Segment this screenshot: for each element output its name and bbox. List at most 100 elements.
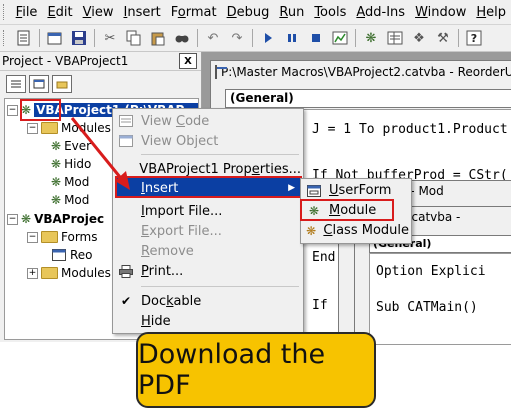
menu-item-import-file[interactable]: Import File... (115, 201, 301, 221)
paste-icon[interactable] (148, 28, 168, 48)
print-icon (115, 264, 137, 278)
code-line: If (312, 298, 328, 313)
menu-separator (141, 154, 299, 155)
download-pdf-button[interactable]: Download the PDF (136, 332, 376, 408)
menu-insert[interactable]: Insert (118, 5, 165, 20)
menu-debug[interactable]: Debug (222, 5, 275, 20)
code-line: Option Explici (376, 264, 486, 279)
menu-view[interactable]: View (78, 5, 119, 20)
tree-node-module[interactable]: ❋ Mod (51, 192, 89, 208)
tree-node-label: Modules (61, 121, 111, 135)
undo-icon[interactable]: ↶ (203, 28, 223, 48)
highlight-box-insert (115, 176, 302, 198)
menu-tools[interactable]: Tools (309, 5, 351, 20)
insert-userform-icon[interactable] (45, 28, 65, 48)
code-editor[interactable]: Option Explici Sub CATMain() (369, 253, 511, 345)
view-code-icon[interactable] (6, 75, 26, 93)
toolbar-separator (355, 29, 356, 47)
menu-item-view-code[interactable]: View Code (115, 111, 301, 131)
module-icon: ❋ (51, 139, 62, 153)
vba-project-icon: ❋ (21, 212, 32, 226)
save-icon[interactable] (69, 28, 89, 48)
toggle-folders-icon[interactable] (52, 75, 72, 93)
folder-icon (41, 122, 58, 134)
toolbar-separator (458, 29, 459, 47)
cut-icon[interactable]: ✂ (100, 28, 120, 48)
tree-node-module[interactable]: ❋ Ever (51, 138, 91, 154)
submenu-item-class-module[interactable]: ❋ Class Module (303, 221, 409, 240)
folder-icon (41, 267, 58, 279)
collapse-icon[interactable]: − (27, 231, 38, 243)
close-icon[interactable]: X (179, 53, 197, 69)
collapse-icon[interactable]: − (7, 104, 18, 116)
tree-node-label: Modules (61, 266, 111, 280)
tree-node-forms[interactable]: − Forms (27, 229, 97, 245)
menu-add-ins[interactable]: Add-Ins (351, 5, 410, 20)
help-icon[interactable]: ? (464, 28, 484, 48)
tree-node-label: Mod (64, 193, 90, 207)
tree-node-modules[interactable]: − Modules (27, 120, 111, 136)
highlight-box-project (20, 99, 61, 121)
menu-format[interactable]: Format (166, 5, 222, 20)
module-icon: ❋ (51, 175, 62, 189)
view-object-icon[interactable] (29, 75, 49, 93)
menu-item-print[interactable]: Print... (115, 261, 301, 281)
menu-window[interactable]: Window (410, 5, 471, 20)
userform-icon (51, 249, 67, 262)
checkmark-icon: ✔ (120, 294, 132, 308)
collapse-icon[interactable]: − (7, 213, 18, 225)
menu-edit[interactable]: Edit (42, 5, 77, 20)
tree-node-form[interactable]: Reo (51, 247, 93, 263)
expand-icon[interactable]: + (27, 267, 38, 279)
toolbox-icon[interactable]: ⚒ (433, 28, 453, 48)
reset-icon[interactable] (306, 28, 326, 48)
copy-icon[interactable] (124, 28, 144, 48)
find-icon[interactable] (172, 28, 192, 48)
menu-file[interactable]: File (11, 5, 43, 20)
code-line: J = 1 To product1.Product (312, 122, 508, 137)
menu-separator (141, 286, 299, 287)
svg-text:?: ? (471, 32, 477, 45)
tree-node-vbaproject2[interactable]: − ❋ VBAProjec (7, 211, 104, 227)
context-menu: View Code View Object VBAProject1 Proper… (112, 108, 304, 334)
code-window-title: P:\Master Macros\VBAProject2.catvba - Re… (211, 61, 511, 83)
view-code-icon (115, 115, 137, 127)
design-mode-icon[interactable] (330, 28, 350, 48)
toolbar-grip[interactable] (3, 30, 10, 46)
code-line: End (312, 250, 336, 265)
module-icon: ❋ (51, 157, 62, 171)
break-icon[interactable] (282, 28, 302, 48)
collapse-icon[interactable]: − (27, 122, 38, 134)
run-icon[interactable] (258, 28, 278, 48)
tree-node-module[interactable]: ❋ Mod (51, 174, 89, 190)
menu-item-dockable[interactable]: ✔ Dockable (115, 291, 301, 311)
project-explorer-icon[interactable]: ❋ (361, 28, 381, 48)
standard-toolbar: ✂ ↶ ↷ ❋ ❖ ⚒ ? (0, 25, 511, 52)
object-combo[interactable]: (General) (225, 89, 511, 108)
tree-node-module[interactable]: ❋ Hido (51, 156, 91, 172)
highlight-box-module (300, 199, 394, 221)
tree-node-label: Reo (70, 248, 93, 262)
code-window-icon (215, 65, 227, 79)
properties-icon[interactable] (385, 28, 405, 48)
view-excel-icon[interactable] (14, 28, 34, 48)
menu-run[interactable]: Run (274, 5, 309, 20)
code-line: Sub CATMain() (376, 300, 478, 315)
redo-icon[interactable]: ↷ (227, 28, 247, 48)
menu-item-view-object[interactable]: View Object (115, 131, 301, 151)
menu-help[interactable]: Help (471, 5, 511, 20)
tree-node-label: Hido (64, 157, 92, 171)
toolbar-separator (252, 29, 253, 47)
code-window-title-text: P:\Master Macros\VBAProject2.catvba - Re… (221, 65, 511, 79)
toolbar-separator (197, 29, 198, 47)
object-browser-icon[interactable]: ❖ (409, 28, 429, 48)
menu-item-hide[interactable]: Hide (115, 311, 301, 331)
menu-item-export-file[interactable]: Export File... (115, 221, 301, 241)
menubar-grip[interactable] (3, 4, 7, 20)
class-module-icon: ❋ (306, 223, 317, 238)
project-pane-title-text: Project - VBAProject1 (2, 54, 129, 68)
tree-node-modules-2[interactable]: + Modules (27, 265, 111, 281)
tree-node-label: Ever (64, 139, 92, 153)
menu-item-remove[interactable]: Remove (115, 241, 301, 261)
submenu-item-userform[interactable]: UserForm (303, 181, 409, 200)
